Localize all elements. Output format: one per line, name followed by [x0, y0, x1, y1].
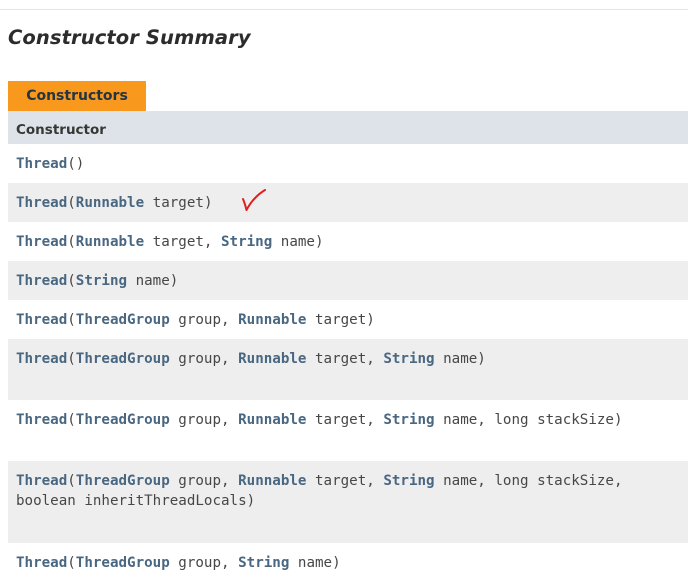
param-text: name: [272, 234, 315, 250]
type-link[interactable]: String: [383, 473, 434, 489]
open-paren: (: [67, 273, 76, 289]
tab-constructors[interactable]: Constructors: [8, 81, 146, 111]
close-paren: ): [203, 195, 213, 211]
constructor-link[interactable]: Thread: [16, 156, 67, 172]
constructor-link[interactable]: Thread: [16, 412, 67, 428]
close-paren: ): [613, 412, 623, 428]
param-text: group,: [169, 412, 239, 428]
open-paren: (: [67, 473, 76, 489]
param-text: group,: [169, 312, 239, 328]
param-text: name: [127, 273, 170, 289]
table-row: Thread(ThreadGroup group, Runnable targe…: [8, 339, 688, 400]
type-link[interactable]: ThreadGroup: [76, 473, 170, 489]
type-link[interactable]: String: [238, 555, 289, 571]
constructor-link[interactable]: Thread: [16, 234, 67, 250]
table-row: Thread(Runnable target): [8, 183, 688, 222]
javadoc-page: Constructor Summary Constructors Constru…: [0, 0, 688, 586]
type-link[interactable]: String: [383, 412, 434, 428]
constructor-summary-table: Constructor Thread() Thread(Runnable tar…: [8, 111, 688, 582]
open-paren: (: [67, 312, 76, 328]
param-text: target: [144, 195, 204, 211]
param-text: target,: [306, 351, 384, 367]
param-text: target: [306, 312, 367, 328]
close-paren: ): [314, 234, 324, 250]
open-paren: (: [67, 555, 76, 571]
type-link[interactable]: Runnable: [238, 351, 306, 367]
open-paren: (: [67, 234, 76, 250]
type-link[interactable]: String: [76, 273, 127, 289]
close-paren: ): [246, 493, 256, 509]
param-text: target,: [306, 473, 384, 489]
constructor-link[interactable]: Thread: [16, 351, 67, 367]
param-text: target,: [144, 234, 222, 250]
param-text: name, long stackSize: [434, 412, 614, 428]
open-paren: (: [67, 156, 76, 172]
close-paren: ): [477, 351, 486, 367]
constructor-link[interactable]: Thread: [16, 312, 67, 328]
close-paren: ): [75, 156, 85, 172]
table-row: Thread(Runnable target, String name): [8, 222, 688, 261]
top-divider: [0, 9, 688, 10]
constructor-link[interactable]: Thread: [16, 555, 67, 571]
type-link[interactable]: Runnable: [238, 312, 306, 328]
constructor-link[interactable]: Thread: [16, 473, 67, 489]
constructor-link[interactable]: Thread: [16, 195, 67, 211]
open-paren: (: [67, 412, 76, 428]
param-text: group,: [169, 351, 239, 367]
open-paren: (: [67, 195, 76, 211]
type-link[interactable]: String: [221, 234, 272, 250]
type-link[interactable]: Runnable: [238, 412, 306, 428]
section-title: Constructor Summary: [8, 26, 251, 49]
param-text: group,: [169, 555, 239, 571]
constructor-link[interactable]: Thread: [16, 273, 67, 289]
close-paren: ): [332, 555, 341, 571]
type-link[interactable]: Runnable: [76, 195, 144, 211]
table-row: Thread(ThreadGroup group, Runnable targe…: [8, 461, 688, 543]
param-text: group,: [169, 473, 239, 489]
close-paren: ): [366, 312, 375, 328]
table-row: Thread(String name): [8, 261, 688, 300]
table-row: Thread(ThreadGroup group, Runnable targe…: [8, 300, 688, 339]
red-checkmark-icon: [242, 189, 266, 211]
type-link[interactable]: Runnable: [238, 473, 306, 489]
type-link[interactable]: String: [383, 351, 434, 367]
param-text: name: [434, 351, 478, 367]
type-link[interactable]: Runnable: [76, 234, 144, 250]
column-header-constructor: Constructor: [8, 111, 688, 144]
type-link[interactable]: ThreadGroup: [76, 312, 170, 328]
param-text: name: [289, 555, 333, 571]
table-row: Thread(ThreadGroup group, String name): [8, 543, 688, 582]
type-link[interactable]: ThreadGroup: [76, 412, 170, 428]
table-row: Thread(ThreadGroup group, Runnable targe…: [8, 400, 688, 461]
type-link[interactable]: ThreadGroup: [76, 351, 170, 367]
table-row: Thread(): [8, 144, 688, 183]
open-paren: (: [67, 351, 76, 367]
param-text: target,: [306, 412, 384, 428]
close-paren: ): [169, 273, 179, 289]
type-link[interactable]: ThreadGroup: [76, 555, 170, 571]
